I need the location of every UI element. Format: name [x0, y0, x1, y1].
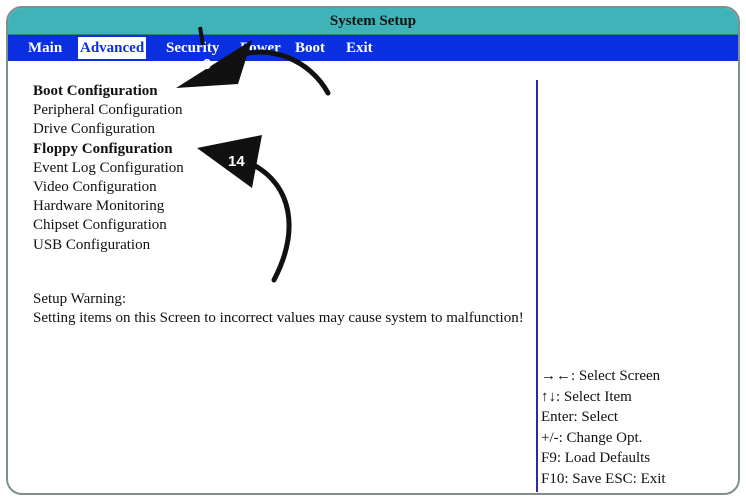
- help-select-screen: →←: Select Screen: [541, 368, 661, 384]
- menu-security[interactable]: Security: [166, 35, 219, 61]
- menu-exit[interactable]: Exit: [346, 35, 373, 61]
- pane-divider: [536, 80, 538, 492]
- window-title: System Setup: [8, 8, 738, 35]
- config-item-hardware-monitoring[interactable]: Hardware Monitoring: [33, 197, 184, 216]
- help-select-item: ↑↓: Select Item: [541, 388, 632, 405]
- menu-boot[interactable]: Boot: [295, 35, 325, 61]
- config-item-chipset[interactable]: Chipset Configuration: [33, 216, 184, 235]
- config-item-floppy[interactable]: Floppy Configuration: [33, 140, 184, 159]
- config-item-event-log[interactable]: Event Log Configuration: [33, 159, 184, 178]
- menu-main[interactable]: Main: [28, 35, 62, 61]
- help-panel: →←: Select Screen ↑↓: Select Item Enter:…: [541, 366, 666, 490]
- config-list: Boot Configuration Peripheral Configurat…: [33, 82, 184, 255]
- help-load-defaults: F9: Load Defaults: [541, 450, 651, 467]
- config-item-peripheral[interactable]: Peripheral Configuration: [33, 101, 184, 120]
- menu-power[interactable]: Power: [240, 35, 281, 61]
- config-item-drive[interactable]: Drive Configuration: [33, 120, 184, 139]
- setup-warning-title: Setup Warning:: [33, 291, 127, 307]
- setup-warning-text: Setting items on this Screen to incorrec…: [33, 310, 524, 326]
- menu-bar: Main Advanced Security Power Boot Exit: [8, 35, 738, 61]
- config-item-usb[interactable]: USB Configuration: [33, 236, 184, 255]
- menu-advanced[interactable]: Advanced: [78, 37, 147, 59]
- config-item-boot[interactable]: Boot Configuration: [33, 82, 184, 101]
- help-change-opt: +/-: Change Opt.: [541, 429, 643, 446]
- help-enter: Enter: Select: [541, 409, 619, 426]
- help-save-exit: F10: Save ESC: Exit: [541, 470, 666, 487]
- bios-window: System Setup Main Advanced Security Powe…: [6, 6, 740, 495]
- setup-warning: Setup Warning: Setting items on this Scr…: [33, 290, 528, 328]
- config-item-video[interactable]: Video Configuration: [33, 178, 184, 197]
